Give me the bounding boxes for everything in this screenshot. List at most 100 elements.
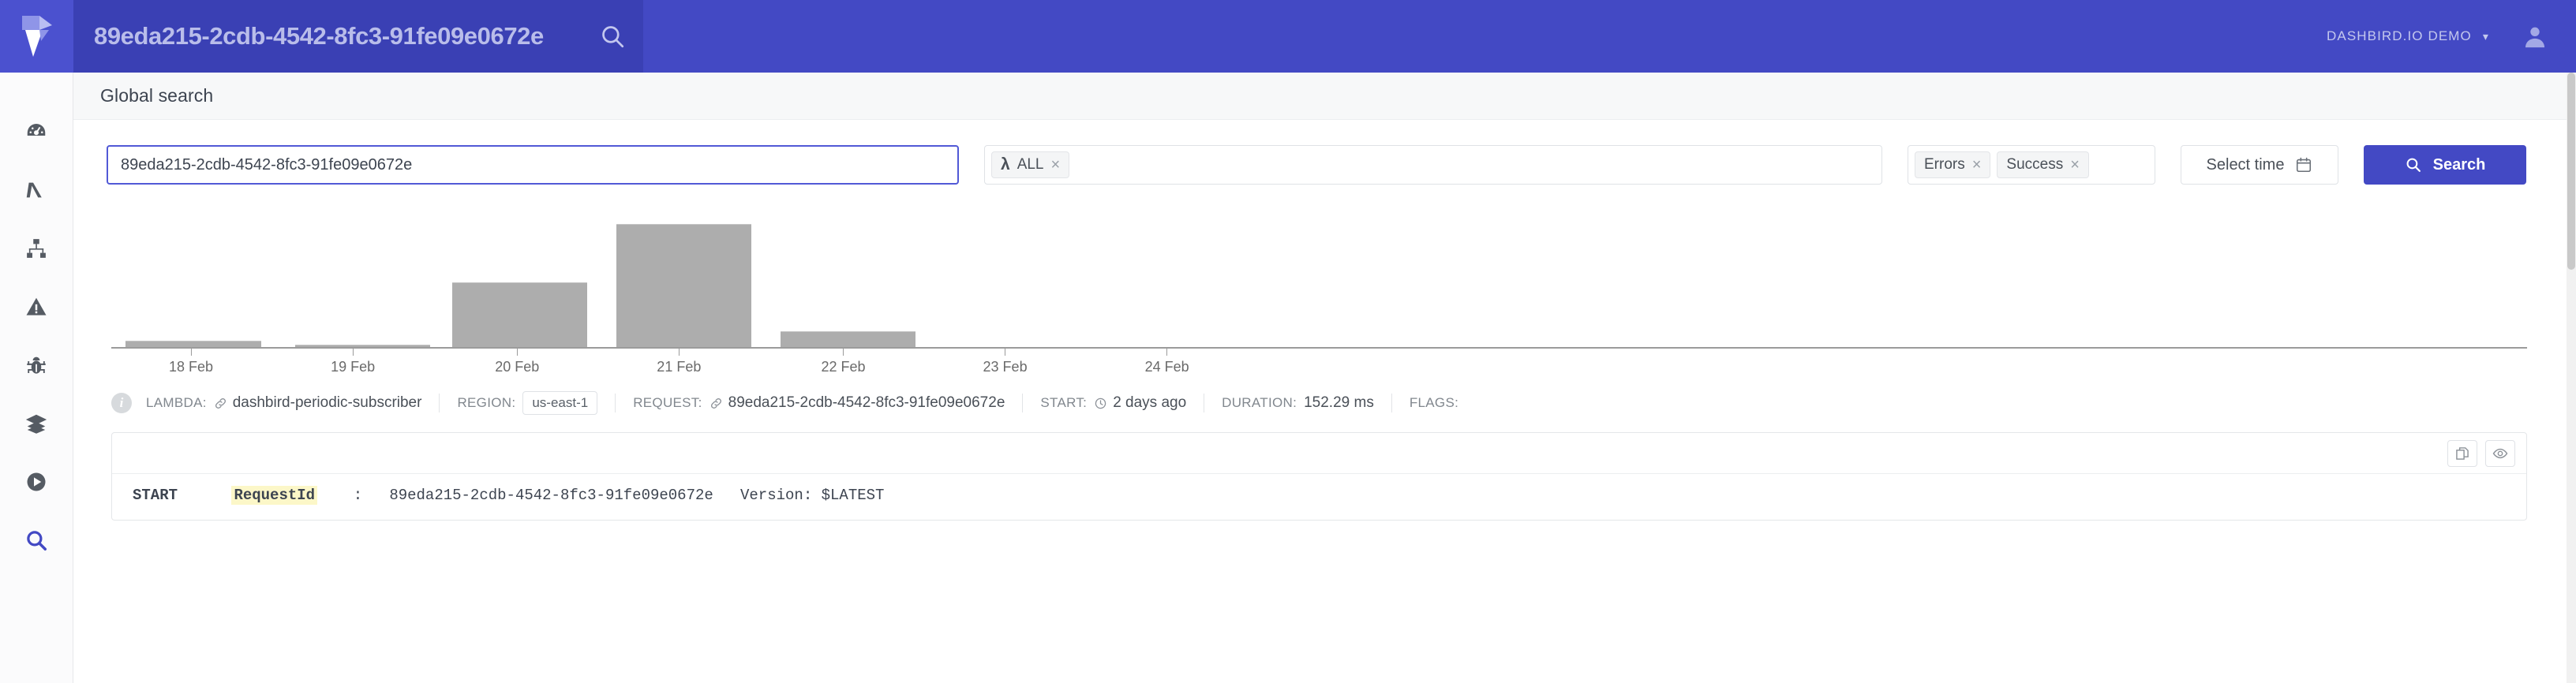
sidebar-item-dashboard[interactable] — [0, 103, 73, 161]
tick-label: 24 Feb — [1144, 359, 1189, 375]
copy-icon — [2456, 446, 2469, 460]
x-tick: 19 Feb — [331, 349, 375, 375]
sidebar-item-lambda[interactable] — [0, 161, 73, 219]
log-version: Version: $LATEST — [740, 487, 885, 504]
divider — [439, 394, 440, 412]
account-menu[interactable]: DASHBIRD.IO DEMO ▾ — [2327, 28, 2489, 44]
user-avatar-icon — [2525, 27, 2545, 48]
meta-label-duration: DURATION: — [1222, 395, 1297, 410]
chip-label: Success — [2006, 156, 2064, 173]
tick-mark — [1166, 349, 1168, 356]
bar-21-feb[interactable] — [616, 224, 752, 349]
chip-status-success[interactable]: Success × — [1997, 151, 2089, 178]
sidebar-item-alarms[interactable] — [0, 278, 73, 336]
close-icon[interactable]: × — [1051, 157, 1061, 173]
page-header: Global search — [73, 73, 2576, 120]
select-time-button[interactable]: Select time — [2181, 145, 2338, 185]
dashbird-logo-icon — [21, 16, 52, 57]
main-content: Global search λ ALL × Errors × Success × — [73, 73, 2576, 683]
tick-label: 20 Feb — [495, 359, 540, 375]
tick-mark — [678, 349, 680, 356]
sidebar-item-topology[interactable] — [0, 219, 73, 278]
chip-label: ALL — [1017, 156, 1044, 173]
warning-triangle-icon — [26, 297, 47, 315]
select-time-label: Select time — [2206, 155, 2285, 174]
chip-resource-all[interactable]: λ ALL × — [991, 151, 1070, 178]
divider — [615, 394, 616, 412]
x-axis-ticks: 18 Feb 19 Feb 20 Feb 21 Feb 22 Feb 23 Fe… — [111, 349, 2527, 375]
activity-histogram[interactable]: 18 Feb 19 Feb 20 Feb 21 Feb 22 Feb 23 Fe… — [111, 213, 2527, 375]
meta-label-request: REQUEST: — [633, 395, 702, 410]
log-keyword: START — [133, 487, 178, 504]
sidebar-item-search[interactable] — [0, 511, 73, 569]
gauge-icon — [27, 124, 46, 136]
header-search-input[interactable] — [94, 22, 594, 50]
divider — [1391, 394, 1392, 412]
bug-icon — [27, 356, 46, 374]
info-circle-icon[interactable]: i — [111, 393, 132, 413]
page-scrollbar[interactable] — [2567, 73, 2576, 683]
sidebar-item-resources[interactable] — [0, 394, 73, 453]
log-line[interactable]: START RequestId : 89eda215-2cdb-4542-8fc… — [112, 474, 2526, 520]
lambda-icon: λ — [1001, 155, 1010, 174]
search-icon — [2406, 158, 2421, 172]
status-filter-box[interactable]: Errors × Success × — [1908, 145, 2155, 185]
sidebar-item-errors[interactable] — [0, 336, 73, 394]
bar-22-feb[interactable] — [780, 331, 916, 349]
search-icon — [27, 531, 47, 551]
search-input[interactable] — [107, 145, 959, 185]
calendar-icon — [2297, 157, 2312, 173]
chip-status-errors[interactable]: Errors × — [1915, 151, 1991, 178]
log-request-id: 89eda215-2cdb-4542-8fc3-91fe09e0672e — [389, 487, 713, 504]
bar-20-feb[interactable] — [451, 282, 587, 349]
sidebar-item-playground[interactable] — [0, 453, 73, 511]
scrollbar-thumb[interactable] — [2567, 73, 2575, 270]
top-bar: DASHBIRD.IO DEMO ▾ — [0, 0, 2576, 73]
request-id: 89eda215-2cdb-4542-8fc3-91fe09e0672e — [728, 394, 1005, 411]
x-tick: 18 Feb — [169, 349, 213, 375]
header-search-zone[interactable] — [73, 0, 643, 73]
meta-label-start: START: — [1040, 395, 1088, 410]
clock-icon — [1095, 397, 1106, 409]
lambda-name: dashbird-periodic-subscriber — [232, 394, 422, 411]
tick-label: 23 Feb — [983, 359, 1028, 375]
tick-label: 19 Feb — [331, 359, 376, 375]
close-icon[interactable]: × — [2070, 157, 2080, 173]
eye-icon — [2492, 448, 2508, 458]
tick-label: 18 Feb — [168, 359, 214, 375]
tick-label: 21 Feb — [657, 359, 702, 375]
x-tick: 21 Feb — [657, 349, 701, 375]
start-time: 2 days ago — [1113, 394, 1187, 411]
region-badge: us-east-1 — [522, 391, 598, 415]
log-panel: START RequestId : 89eda215-2cdb-4542-8fc… — [111, 432, 2527, 521]
meta-label-flags: FLAGS: — [1409, 395, 1459, 410]
log-field-requestid: RequestId — [231, 486, 318, 505]
x-tick: 22 Feb — [821, 349, 865, 375]
app-logo[interactable] — [0, 0, 73, 73]
play-circle-icon — [27, 472, 46, 491]
x-tick: 20 Feb — [495, 349, 539, 375]
sidebar — [0, 73, 73, 683]
avatar[interactable] — [2521, 22, 2549, 50]
page-title: Global search — [100, 85, 214, 106]
filter-toolbar: λ ALL × Errors × Success × Select time — [73, 120, 2576, 185]
toggle-log-visibility-button[interactable] — [2485, 439, 2515, 467]
layers-icon — [25, 414, 47, 434]
meta-value-request[interactable]: 89eda215-2cdb-4542-8fc3-91fe09e0672e — [710, 394, 1005, 412]
tick-mark — [190, 349, 192, 356]
meta-value-lambda[interactable]: dashbird-periodic-subscriber — [214, 394, 422, 412]
tick-label: 22 Feb — [821, 359, 866, 375]
resource-filter-box[interactable]: λ ALL × — [984, 145, 1882, 185]
meta-value-start: 2 days ago — [1094, 394, 1186, 412]
tick-mark — [516, 349, 518, 356]
copy-log-button[interactable] — [2447, 439, 2477, 467]
close-icon[interactable]: × — [1972, 157, 1982, 173]
divider — [1022, 394, 1024, 412]
x-tick: 24 Feb — [1145, 349, 1189, 375]
search-button-label: Search — [2432, 155, 2486, 174]
search-button[interactable]: Search — [2364, 145, 2526, 185]
chart-plot-area — [111, 213, 2527, 349]
search-icon[interactable] — [599, 23, 626, 50]
account-label: DASHBIRD.IO DEMO — [2327, 28, 2472, 43]
link-icon — [710, 397, 721, 409]
